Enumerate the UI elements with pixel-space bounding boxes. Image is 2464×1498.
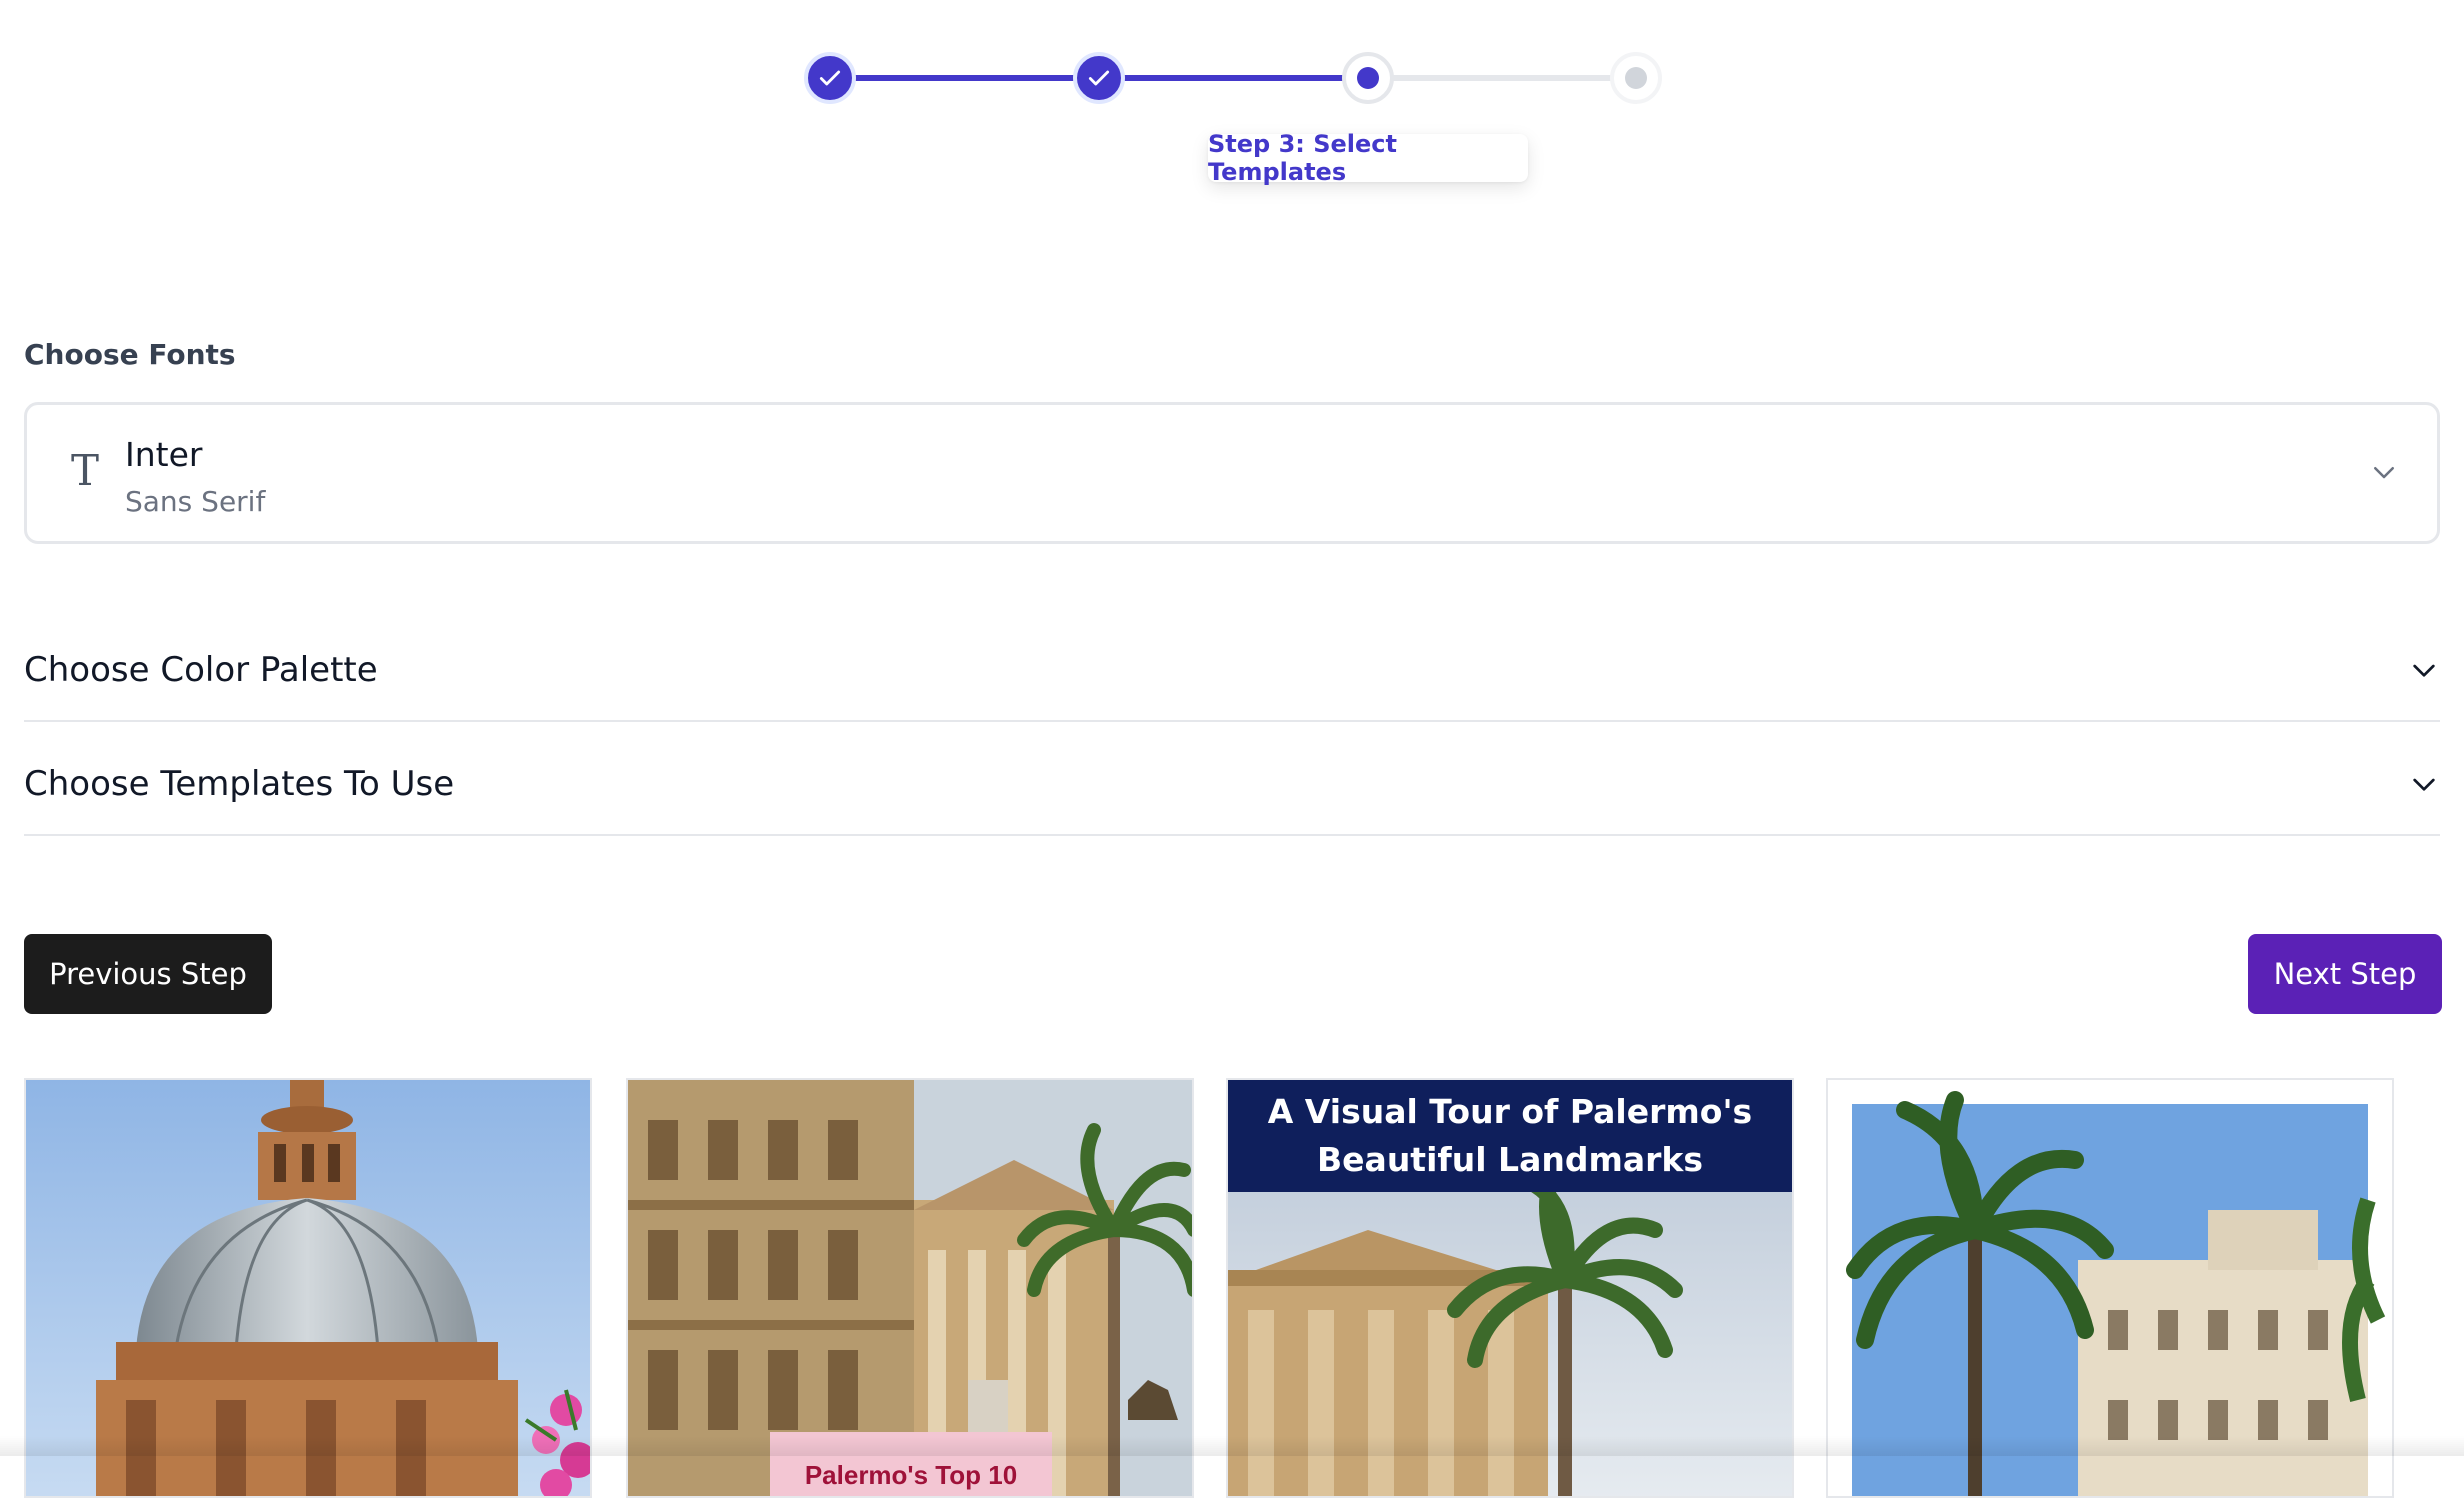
stepper-line-3 <box>1390 75 1636 81</box>
progress-stepper: Step 3: Select Templates <box>0 0 2464 200</box>
template-card-2[interactable]: Palermo's Top 10 <box>626 1078 1194 1498</box>
step-3-current[interactable] <box>1342 52 1394 104</box>
fonts-section-title: Choose Fonts <box>24 338 236 371</box>
step-2-complete[interactable] <box>1073 52 1125 104</box>
scroll-shadow <box>0 1436 2464 1456</box>
banner-line-1: A Visual Tour of Palermo's <box>1267 1092 1753 1131</box>
next-step-button[interactable]: Next Step <box>2248 934 2442 1014</box>
accordion-label: Choose Color Palette <box>24 650 378 690</box>
current-step-label: Step 3: Select Templates <box>1208 130 1528 186</box>
template-banner: A Visual Tour of Palermo's Beautiful Lan… <box>1228 1080 1792 1192</box>
template-tag: Palermo's Top 10 <box>805 1460 1017 1490</box>
banner-line-2: Beautiful Landmarks <box>1317 1140 1703 1179</box>
step-1-complete[interactable] <box>804 52 856 104</box>
font-select-dropdown[interactable]: T Inter Sans Serif <box>24 402 2440 544</box>
stepper-line-1 <box>852 75 1096 81</box>
previous-step-button[interactable]: Previous Step <box>24 934 272 1014</box>
type-icon: T <box>70 446 99 495</box>
selected-font-category: Sans Serif <box>125 485 266 518</box>
accordion-label: Choose Templates To Use <box>24 764 455 804</box>
check-icon <box>819 70 841 86</box>
template-card-3[interactable]: A Visual Tour of Palermo's Beautiful Lan… <box>1226 1078 1794 1498</box>
stepper-line-2 <box>1120 75 1364 81</box>
chevron-down-icon <box>2374 467 2394 479</box>
chevron-down-icon <box>2413 778 2435 791</box>
selected-font-name: Inter <box>125 435 203 474</box>
templates-accordion[interactable]: Choose Templates To Use <box>24 724 2440 836</box>
color-palette-accordion[interactable]: Choose Color Palette <box>24 610 2440 722</box>
chevron-down-icon <box>2413 664 2435 677</box>
template-card-4[interactable] <box>1826 1078 2394 1498</box>
check-icon <box>1088 70 1110 86</box>
template-card-1[interactable] <box>24 1078 592 1498</box>
step-4-upcoming[interactable] <box>1610 52 1662 104</box>
